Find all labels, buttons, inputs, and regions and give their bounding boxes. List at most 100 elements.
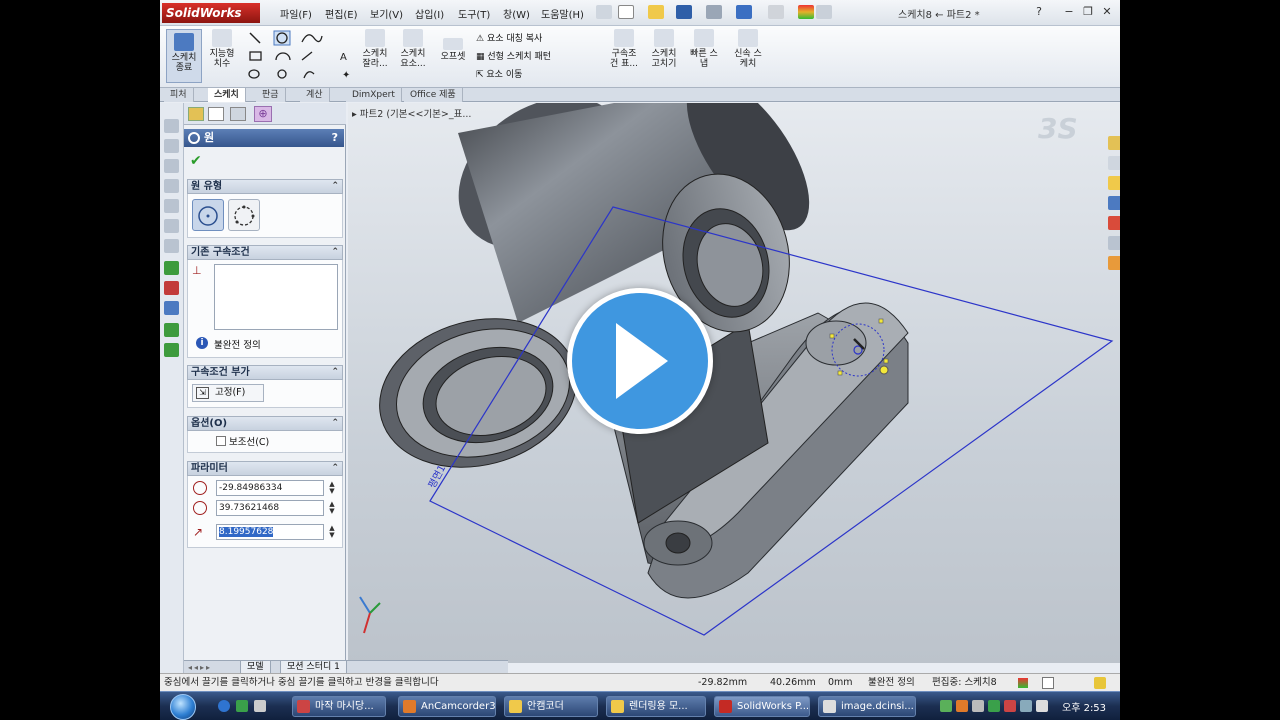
configuration-manager-tab-icon[interactable] — [230, 107, 246, 121]
save-icon[interactable] — [676, 5, 692, 19]
tray-icon-1[interactable] — [940, 700, 952, 712]
home-icon[interactable] — [1108, 136, 1120, 150]
menu-window[interactable]: 창(W) — [503, 6, 530, 21]
existing-relations-header[interactable]: 기존 구속조건 ⌃ — [187, 245, 343, 260]
graphics-viewport[interactable]: ▸ 파트2 (기본<<기본>_표... − ❐ ✕ — [348, 103, 1120, 663]
menu-file[interactable]: 파일(F) — [280, 6, 312, 21]
sketch-pencil-icon[interactable] — [164, 261, 179, 275]
rebuild-status-icon[interactable] — [1018, 678, 1028, 688]
video-play-button[interactable] — [567, 288, 713, 434]
tab-sketch[interactable]: 스케치 — [208, 88, 246, 102]
circle-type-header[interactable]: 원 유형 ⌃ — [187, 179, 343, 194]
axis-icon[interactable] — [164, 343, 179, 357]
quicklaunch-icon[interactable] — [236, 700, 248, 712]
center-y-spinner[interactable]: ▲ ▼ — [328, 501, 336, 515]
print-icon[interactable] — [706, 5, 722, 19]
fillet-icon[interactable] — [164, 219, 179, 233]
radius-input[interactable]: 8.19957628 — [216, 524, 324, 540]
open-folder-icon[interactable] — [648, 5, 664, 19]
solidworks-logo[interactable]: SolidWorks — [162, 3, 260, 23]
pin-icon[interactable] — [596, 5, 612, 19]
mirror-entities-button[interactable]: ⚠ 요소 대칭 복사 — [476, 30, 551, 48]
quick-snaps-button[interactable]: 빠른 스 냅 — [686, 29, 722, 69]
tab-scroll-arrows[interactable]: ◂◂▸▸ — [188, 663, 212, 672]
tray-shield-icon[interactable] — [988, 700, 1000, 712]
view-palette-icon[interactable] — [1108, 196, 1120, 210]
menu-tools[interactable]: 도구(T) — [458, 6, 490, 21]
select-arrow-icon[interactable] — [768, 5, 784, 19]
repair-sketch-button[interactable]: 스케치 고치기 — [646, 29, 682, 69]
feature-manager-tab-icon[interactable] — [188, 107, 204, 121]
restore-button[interactable]: ❐ — [1081, 5, 1095, 19]
help-button[interactable]: ? — [1032, 5, 1046, 19]
relations-list-box[interactable] — [214, 264, 338, 330]
undo-icon[interactable] — [736, 5, 752, 19]
radius-spinner[interactable]: ▲ ▼ — [328, 525, 336, 539]
show-desktop-icon[interactable] — [254, 700, 266, 712]
tray-volume-icon[interactable] — [1036, 700, 1048, 712]
sketch-trim-button[interactable]: 스케치 잘라... — [358, 29, 392, 69]
extrude-icon[interactable] — [164, 119, 179, 133]
display-relations-button[interactable]: 구속조 건 표... — [606, 29, 642, 69]
close-button[interactable]: ✕ — [1100, 5, 1114, 19]
relations-small-icon[interactable] — [164, 301, 179, 315]
start-button[interactable] — [170, 694, 196, 720]
taskbar-item-folder[interactable]: 안캠코더 — [504, 696, 598, 717]
center-y-input[interactable]: 39.73621468 — [216, 500, 324, 516]
plane-icon[interactable] — [164, 323, 179, 337]
minimize-button[interactable]: − — [1062, 5, 1076, 19]
loft-icon[interactable] — [164, 179, 179, 193]
tray-icon-2[interactable] — [956, 700, 968, 712]
tray-icon-3[interactable] — [972, 700, 984, 712]
smart-dimension-small-icon[interactable] — [164, 281, 179, 295]
menu-help[interactable]: 도움말(H) — [541, 6, 584, 21]
design-library-icon[interactable] — [1108, 156, 1120, 170]
ok-check-icon[interactable]: ✔ — [190, 153, 202, 169]
dimxpert-tab-icon[interactable]: ⊕ — [254, 106, 272, 122]
center-x-input[interactable]: -29.84986334 — [216, 480, 324, 496]
options-header[interactable]: 옵션(O) ⌃ — [187, 416, 343, 431]
construction-checkbox[interactable] — [216, 436, 226, 446]
sweep-icon[interactable] — [164, 159, 179, 173]
tab-evaluate[interactable]: 계산 — [300, 88, 330, 102]
rebuild-icon[interactable] — [798, 5, 814, 19]
file-explorer-icon[interactable] — [1108, 176, 1120, 190]
offset-button[interactable]: 오프셋 — [436, 38, 470, 62]
revolve-icon[interactable] — [164, 139, 179, 153]
taskbar-item-render-folder[interactable]: 렌더링용 모... — [606, 696, 706, 717]
shell-icon[interactable] — [164, 239, 179, 253]
forum-icon[interactable] — [1108, 256, 1120, 270]
menu-view[interactable]: 보기(V) — [370, 6, 403, 21]
units-icon[interactable] — [1042, 677, 1054, 689]
exit-sketch-button[interactable]: 스케치 종료 — [166, 29, 202, 83]
options-icon[interactable] — [816, 5, 832, 19]
linear-pattern-button[interactable]: ▦ 선형 스케치 패턴 — [476, 48, 551, 66]
appearances-icon[interactable] — [1108, 216, 1120, 230]
new-document-icon[interactable] — [618, 5, 634, 19]
ie-icon[interactable] — [218, 700, 230, 712]
cut-icon[interactable] — [164, 199, 179, 213]
fix-relation-button[interactable]: ⇲ 고정(F) — [192, 384, 264, 402]
taskbar-item-game[interactable]: 마작 마시당... — [292, 696, 386, 717]
tab-features[interactable]: 피처 — [164, 88, 194, 102]
menu-insert[interactable]: 삽입(I) — [415, 6, 444, 21]
tab-office-products[interactable]: Office 제품 — [404, 88, 463, 102]
property-manager-tab-icon[interactable] — [208, 107, 224, 121]
tab-sheet-metal[interactable]: 판금 — [256, 88, 286, 102]
tray-network-icon[interactable] — [1020, 700, 1032, 712]
taskbar-item-ancamcorder[interactable]: AnCamcorder3 — [398, 696, 496, 717]
taskbar-item-browser[interactable]: image.dcinsi... — [818, 696, 916, 717]
menu-edit[interactable]: 편집(E) — [325, 6, 358, 21]
center-circle-option[interactable] — [192, 199, 224, 231]
sketch-tool-icons[interactable]: ✦ A — [246, 30, 356, 84]
center-x-spinner[interactable]: ▲ ▼ — [328, 481, 336, 495]
tray-icon-5[interactable] — [1004, 700, 1016, 712]
add-relations-header[interactable]: 구속조건 부가 ⌃ — [187, 365, 343, 380]
convert-entities-button[interactable]: 스케치 요소... — [396, 29, 430, 69]
smart-dimension-button[interactable]: 지능형 치수 — [204, 29, 240, 69]
move-entities-button[interactable]: ⇱ 요소 이동 — [476, 66, 551, 84]
tab-dimxpert[interactable]: DimXpert — [346, 88, 402, 102]
pm-help-button[interactable]: ? — [332, 129, 338, 147]
parameters-header[interactable]: 파라미터 ⌃ — [187, 461, 343, 476]
taskbar-clock[interactable]: 오후 2:53 — [1062, 699, 1106, 714]
